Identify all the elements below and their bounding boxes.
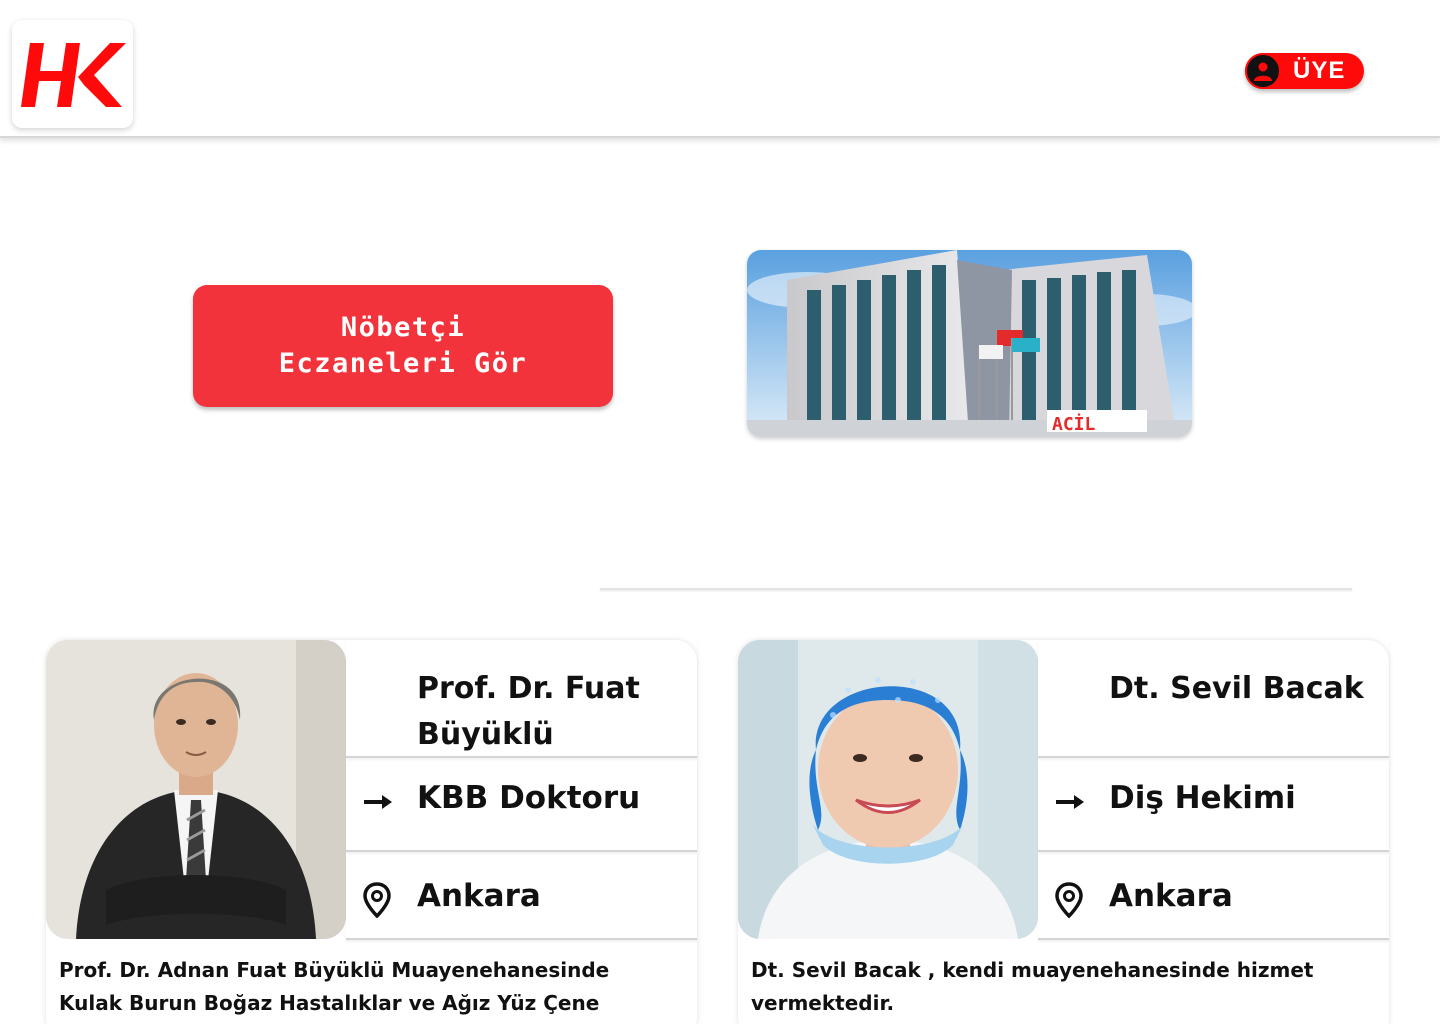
member-button-label: ÜYE <box>1293 57 1346 84</box>
doctor-specialty: Diş Hekimi <box>1109 780 1296 816</box>
site-logo[interactable] <box>12 20 133 128</box>
user-icon <box>1245 53 1281 89</box>
doctor-photo <box>46 640 346 939</box>
doctor-description: Prof. Dr. Adnan Fuat Büyüklü Muayenehane… <box>59 958 610 1015</box>
doctor-city-row: Ankara <box>346 854 697 940</box>
hk-logo-icon <box>20 43 126 107</box>
arrow-right-icon <box>1056 795 1084 809</box>
doctor-city-row: Ankara <box>1038 854 1389 940</box>
doctor-name[interactable]: Dt. Sevil Bacak <box>1109 666 1379 712</box>
doctor-specialty: KBB Doktoru <box>417 780 641 816</box>
doctor-specialty-row: KBB Doktoru <box>346 760 697 852</box>
on-duty-pharmacies-button[interactable]: Nöbetçi Eczaneleri Gör <box>193 285 613 407</box>
doctor-photo <box>738 640 1038 939</box>
doctor-description: Dt. Sevil Bacak , kendi muayenehanesinde… <box>751 958 1314 1015</box>
doctor-card[interactable]: Prof. Dr. Fuat Büyüklü KBB Doktoru Ankar… <box>46 640 697 1024</box>
emergency-sign: ACİL <box>1052 413 1096 435</box>
doctor-name[interactable]: Prof. Dr. Fuat Büyüklü <box>417 666 687 758</box>
doctor-card[interactable]: Dt. Sevil Bacak Diş Hekimi Ankara Dt. Se… <box>738 640 1389 1024</box>
hospital-image[interactable]: ACİL <box>747 250 1192 437</box>
section-divider <box>600 588 1352 590</box>
doctor-name-row: Dt. Sevil Bacak <box>1038 640 1389 758</box>
doctor-specialty-row: Diş Hekimi <box>1038 760 1389 852</box>
doctor-name-row: Prof. Dr. Fuat Büyüklü <box>346 640 697 758</box>
member-button[interactable]: ÜYE <box>1245 53 1364 89</box>
doctor-info: Dt. Sevil Bacak Diş Hekimi Ankara <box>1038 640 1389 940</box>
arrow-right-icon <box>364 795 392 809</box>
location-pin-icon <box>1055 882 1083 918</box>
site-header: ÜYE <box>0 0 1440 138</box>
doctor-info: Prof. Dr. Fuat Büyüklü KBB Doktoru Ankar… <box>346 640 697 940</box>
doctor-city: Ankara <box>1109 878 1233 914</box>
doctor-city: Ankara <box>417 878 541 914</box>
location-pin-icon <box>363 882 391 918</box>
